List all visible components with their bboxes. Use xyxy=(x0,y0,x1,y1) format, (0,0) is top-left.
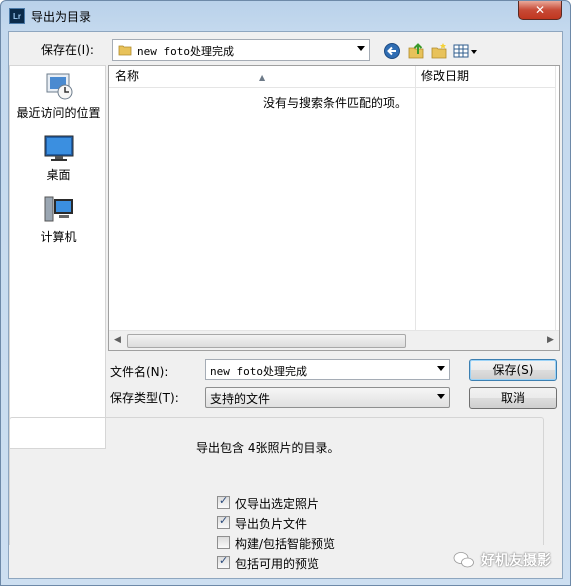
window-title: 导出为目录 xyxy=(31,10,92,24)
computer-icon xyxy=(44,196,73,222)
place-computer-label: 计算机 xyxy=(40,230,77,244)
checkbox-box[interactable] xyxy=(217,554,230,569)
column-header-date[interactable]: 修改日期 xyxy=(415,66,555,88)
filetype-value: 支持的文件 xyxy=(210,392,271,406)
empty-list-message: 没有与搜索条件匹配的项。 xyxy=(263,96,408,110)
save-in-value: new foto处理完成 xyxy=(137,45,234,58)
column-divider[interactable] xyxy=(415,66,416,330)
place-computer[interactable]: 计算机 xyxy=(10,194,107,245)
column-header-name[interactable]: 名称 ▲ xyxy=(109,66,415,88)
scroll-left-icon[interactable]: ◀ xyxy=(114,335,121,345)
chevron-down-icon[interactable] xyxy=(437,394,445,399)
scrollbar-thumb[interactable] xyxy=(127,334,406,348)
column-header-name-label: 名称 xyxy=(115,69,140,83)
checkbox-box[interactable] xyxy=(217,536,230,549)
column-header-date-label: 修改日期 xyxy=(421,69,470,83)
place-recent-label: 最近访问的位置 xyxy=(16,106,101,120)
dialog-window: Lr 导出为目录 ✕ 保存在(I): new foto处理完成 最近访问的位置 … xyxy=(0,0,571,586)
place-desktop[interactable]: 桌面 xyxy=(10,132,107,183)
save-button[interactable]: 保存(S) xyxy=(469,359,557,381)
checkbox-box[interactable] xyxy=(217,494,230,509)
horizontal-scrollbar[interactable]: ◀ ▶ xyxy=(109,330,559,350)
recent-places-icon xyxy=(46,73,72,100)
file-list-view[interactable]: 名称 ▲ 修改日期 没有与搜索条件匹配的项。 ◀ ▶ xyxy=(108,65,560,351)
checkbox-label: 包括可用的预览 xyxy=(235,557,320,571)
places-bar: 最近访问的位置 桌面 计算机 xyxy=(9,65,106,449)
chevron-down-icon[interactable] xyxy=(437,366,445,371)
new-folder-icon[interactable] xyxy=(430,42,448,60)
watermark-text: 好机友摄影 xyxy=(481,553,551,569)
up-folder-icon[interactable] xyxy=(407,42,425,60)
filename-label: 文件名(N): xyxy=(110,365,169,379)
filetype-select[interactable]: 支持的文件 xyxy=(205,387,450,408)
filename-value: new foto处理完成 xyxy=(210,365,307,378)
desktop-icon xyxy=(44,135,73,161)
filetype-label: 保存类型(T): xyxy=(110,391,179,405)
save-in-label: 保存在(I): xyxy=(41,43,94,57)
wechat-logo-icon xyxy=(453,552,474,568)
sort-ascending-icon: ▲ xyxy=(259,73,266,82)
checkbox-label: 构建/包括智能预览 xyxy=(235,537,336,551)
lightroom-app-icon: Lr xyxy=(9,8,25,24)
column-divider[interactable] xyxy=(555,66,556,330)
folder-icon xyxy=(118,45,132,56)
export-summary-message: 导出包含 4张照片的目录。 xyxy=(196,441,340,455)
back-arrow-icon[interactable] xyxy=(383,42,401,60)
cancel-button[interactable]: 取消 xyxy=(469,387,557,409)
checkbox-label: 仅导出选定照片 xyxy=(235,497,320,511)
checkbox-box[interactable] xyxy=(217,514,230,529)
filename-combo[interactable]: new foto处理完成 xyxy=(205,359,450,380)
scroll-right-icon[interactable]: ▶ xyxy=(547,335,554,345)
view-menu-icon[interactable] xyxy=(453,42,479,60)
title-bar[interactable]: Lr 导出为目录 ✕ xyxy=(1,1,570,31)
close-button[interactable]: ✕ xyxy=(518,1,562,20)
place-recent[interactable]: 最近访问的位置 xyxy=(10,70,107,121)
checkbox-label: 导出负片文件 xyxy=(235,517,308,531)
place-desktop-label: 桌面 xyxy=(46,168,71,182)
chevron-down-icon[interactable] xyxy=(357,46,365,51)
save-in-combo[interactable]: new foto处理完成 xyxy=(112,39,370,61)
